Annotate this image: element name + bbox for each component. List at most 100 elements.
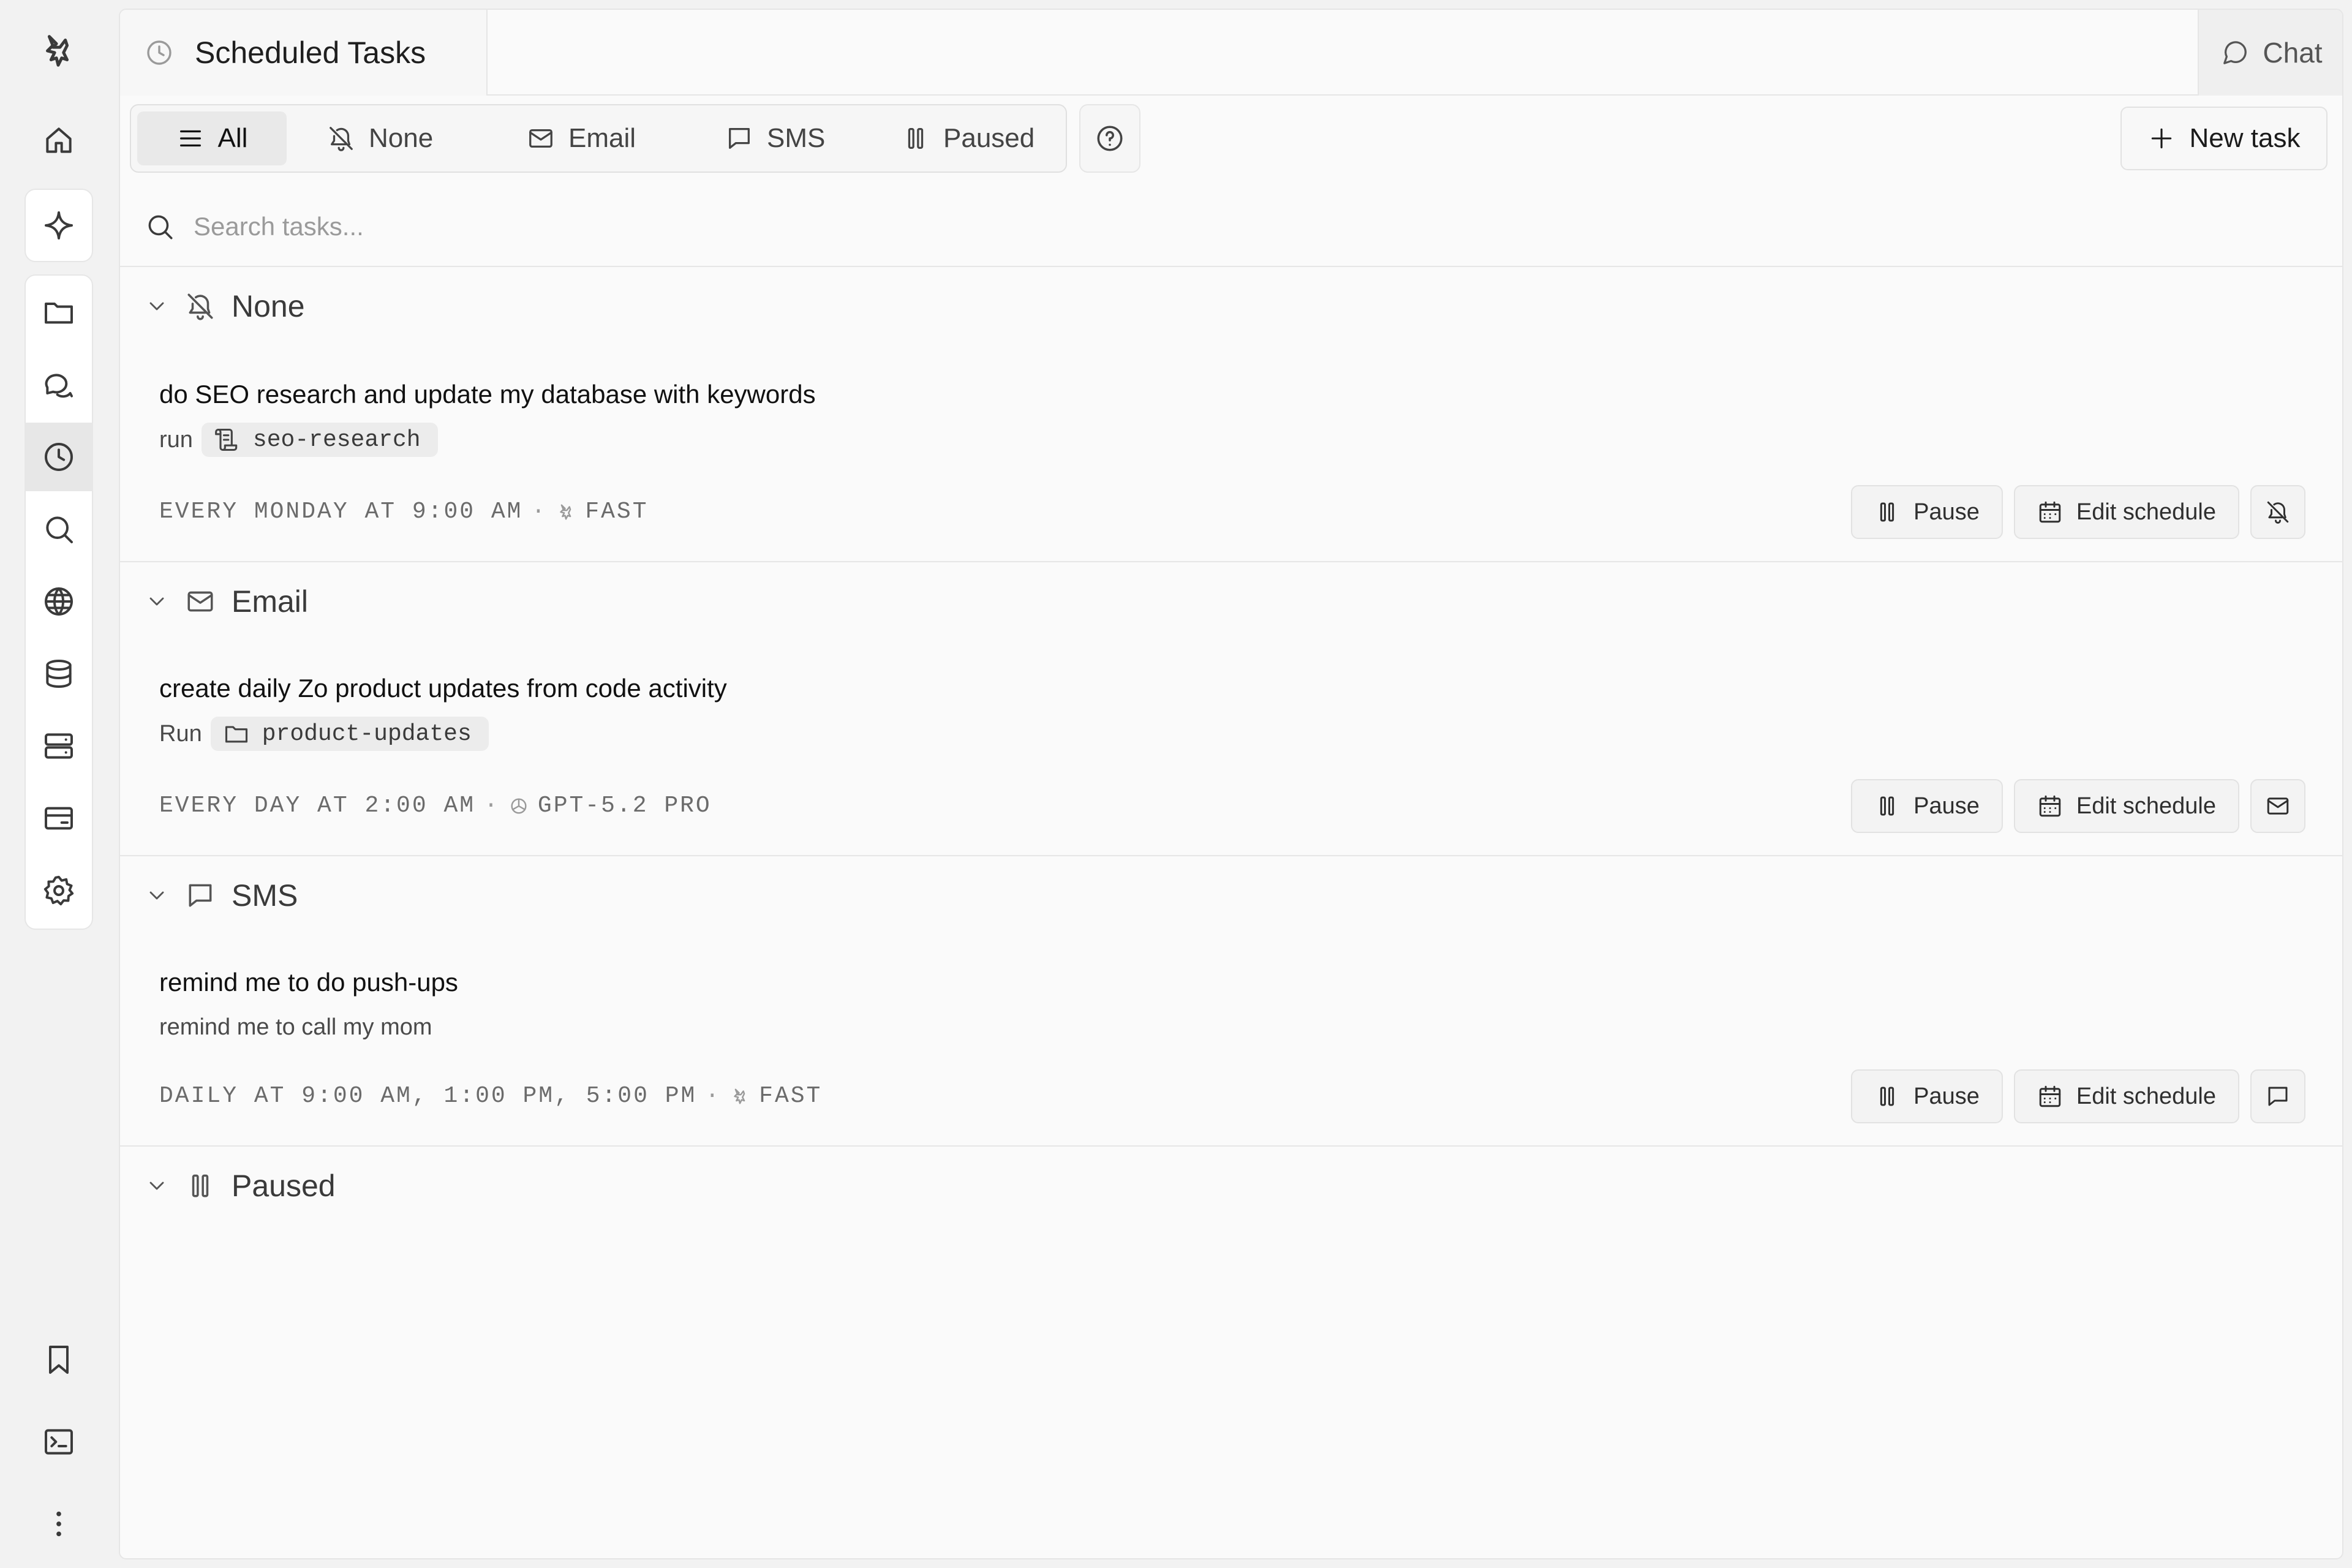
search-input[interactable] (194, 212, 1296, 241)
schedule-text: DAILY AT 9:00 AM, 1:00 PM, 5:00 PM (159, 1083, 697, 1109)
card-icon[interactable] (24, 784, 93, 853)
page-tab-scheduled-tasks[interactable]: Scheduled Tasks (120, 10, 488, 96)
chevron-down-icon (145, 589, 169, 614)
search-icon[interactable] (24, 495, 93, 564)
chevron-down-icon (145, 294, 169, 318)
filter-label: Email (568, 123, 636, 153)
task-folder-chip[interactable]: product-updates (210, 717, 489, 751)
pause-button[interactable]: Pause (1851, 1069, 2003, 1123)
section-label: None (232, 289, 305, 323)
new-task-button[interactable]: New task (2120, 107, 2328, 170)
task-command: Run product-updates (159, 717, 489, 751)
schedule-separator: · (705, 1083, 722, 1109)
pause-button[interactable]: Pause (1851, 779, 2003, 833)
new-task-label: New task (2189, 123, 2301, 153)
edit-schedule-button[interactable]: Edit schedule (2013, 1069, 2239, 1123)
calendar-icon (2037, 793, 2063, 819)
task-skill-chip[interactable]: seo-research (201, 423, 438, 457)
filter-label: SMS (767, 123, 826, 153)
message-square-icon (725, 124, 753, 153)
task-actions: Pause Edit schedule (1851, 485, 2305, 539)
model-name: GPT-5.2 PRO (537, 793, 712, 819)
chat-button[interactable]: Chat (2198, 10, 2342, 96)
chats-icon[interactable] (24, 350, 93, 419)
filter-tab-all[interactable]: All (137, 111, 287, 165)
clock-icon (145, 38, 174, 67)
terminal-icon[interactable] (24, 1408, 93, 1476)
section-header-sms[interactable]: SMS (145, 872, 298, 919)
mail-icon (2265, 793, 2291, 819)
edit-schedule-button[interactable]: Edit schedule (2013, 485, 2239, 539)
search-icon (145, 211, 175, 242)
message-circle-icon (2221, 39, 2249, 67)
task-skill-name: seo-research (252, 426, 421, 453)
task-title[interactable]: create daily Zo product updates from cod… (159, 674, 727, 703)
globe-icon[interactable] (24, 567, 93, 636)
help-button[interactable] (1079, 104, 1140, 173)
bell-off-icon (2265, 499, 2291, 525)
filter-tab-none[interactable]: None (309, 111, 451, 165)
pause-icon (1874, 499, 1900, 525)
edit-schedule-button[interactable]: Edit schedule (2013, 779, 2239, 833)
pause-button[interactable]: Pause (1851, 485, 2003, 539)
filter-tab-email[interactable]: Email (508, 111, 654, 165)
database-icon[interactable] (24, 639, 93, 708)
page-title: Scheduled Tasks (195, 36, 426, 70)
sidebar (0, 0, 116, 1568)
sparkle-icon[interactable] (24, 191, 93, 260)
server-icon[interactable] (24, 712, 93, 780)
delivery-channel-button[interactable] (2250, 1069, 2305, 1123)
task-title[interactable]: remind me to do push-ups (159, 968, 458, 997)
section-label: Email (232, 584, 309, 619)
filter-label: All (217, 123, 248, 153)
filter-tabs: All None Email SMS Paused (130, 104, 1067, 173)
task-schedule: EVERY MONDAY AT 9:00 AM · FAST (159, 499, 649, 525)
edit-schedule-label: Edit schedule (2076, 499, 2216, 525)
clock-icon[interactable] (24, 423, 93, 491)
delivery-channel-button[interactable] (2250, 779, 2305, 833)
section-header-paused[interactable]: Paused (145, 1163, 336, 1209)
zo-logo-icon (729, 1086, 750, 1107)
section-header-none[interactable]: None (145, 283, 305, 330)
filter-tab-paused[interactable]: Paused (883, 111, 1053, 165)
schedule-separator: · (484, 793, 500, 819)
pause-label: Pause (1913, 499, 1980, 525)
search-bar (120, 187, 2342, 267)
task-title[interactable]: do SEO research and update my database w… (159, 380, 816, 409)
section-paused: Paused (120, 1147, 2342, 1558)
mail-icon (527, 124, 555, 153)
bookmark-icon[interactable] (24, 1325, 93, 1394)
section-header-email[interactable]: Email (145, 578, 308, 625)
pause-icon (185, 1170, 216, 1201)
section-sms: SMS remind me to do push-ups remind me t… (120, 856, 2342, 1147)
home-icon[interactable] (24, 106, 93, 175)
bell-off-icon (185, 291, 216, 322)
folder-icon[interactable] (24, 278, 93, 347)
delivery-channel-button[interactable] (2250, 485, 2305, 539)
filter-label: None (369, 123, 434, 153)
pause-label: Pause (1913, 1083, 1980, 1109)
task-schedule: EVERY DAY AT 2:00 AM · GPT-5.2 PRO (159, 793, 712, 819)
plus-icon (2148, 125, 2175, 152)
task-actions: Pause Edit schedule (1851, 779, 2305, 833)
pause-icon (1874, 793, 1900, 819)
section-none: None do SEO research and update my datab… (120, 267, 2342, 562)
pause-label: Pause (1913, 793, 1980, 819)
model-name: FAST (759, 1083, 823, 1109)
edit-schedule-label: Edit schedule (2076, 1083, 2216, 1109)
model-name: FAST (585, 499, 649, 525)
menu-icon (176, 124, 205, 153)
task-actions: Pause Edit schedule (1851, 1069, 2305, 1123)
more-vertical-icon[interactable] (24, 1490, 93, 1558)
message-square-icon (2265, 1084, 2291, 1109)
script-icon (214, 426, 241, 453)
help-circle-icon (1095, 123, 1125, 154)
section-email: Email create daily Zo product updates fr… (120, 562, 2342, 856)
settings-icon[interactable] (24, 856, 93, 925)
filter-tab-sms[interactable]: SMS (707, 111, 843, 165)
edit-schedule-label: Edit schedule (2076, 793, 2216, 819)
sidebar-group-ai (24, 189, 93, 262)
task-command: run seo-research (159, 423, 438, 457)
zo-logo-icon[interactable] (37, 29, 80, 72)
task-command-prefix: run (159, 426, 193, 453)
